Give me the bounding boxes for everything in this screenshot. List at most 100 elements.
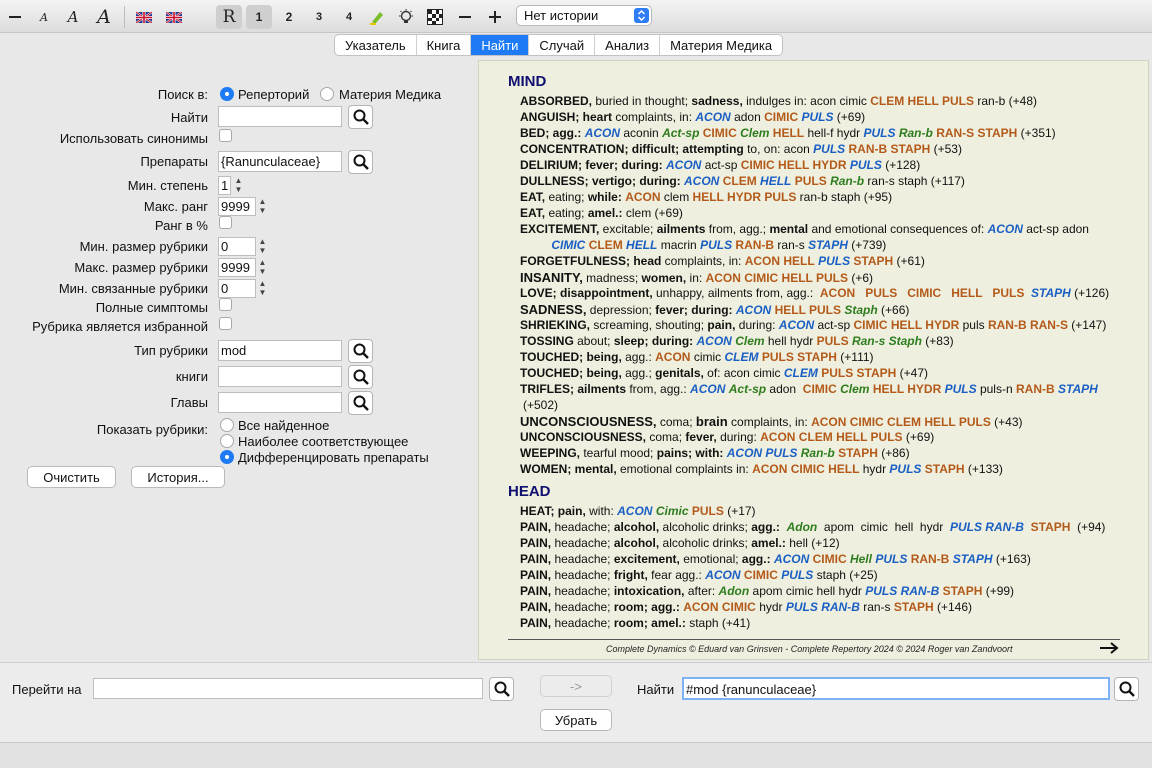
remedy-abbrev[interactable]: Act-sp: [662, 126, 699, 140]
tab-case[interactable]: Случай: [529, 35, 596, 55]
flag-uk-icon[interactable]: [163, 5, 185, 29]
remedy-abbrev[interactable]: PULS: [795, 174, 827, 188]
goto-search-button[interactable]: [489, 677, 514, 701]
remedy-abbrev[interactable]: Clem: [740, 126, 769, 140]
rubric-row[interactable]: TRIFLES; ailments from, agg.: ACON Act-s…: [520, 382, 1098, 396]
find-input[interactable]: [218, 106, 342, 127]
remedy-abbrev[interactable]: ACON CLEM HELL PULS: [760, 430, 902, 444]
remedy-abbrev[interactable]: HELL: [773, 126, 804, 140]
rubric-row[interactable]: DELIRIUM; fever; during: ACON act-sp CIM…: [520, 158, 920, 172]
remedy-abbrev[interactable]: CLEM HELL PULS: [870, 94, 974, 108]
remedy-abbrev[interactable]: PULS: [813, 142, 845, 156]
radio-show-all[interactable]: [220, 418, 234, 432]
tab-materia-medica[interactable]: Материя Медика: [660, 35, 782, 55]
min-related-stepper[interactable]: ▲ ▼: [257, 279, 268, 298]
remedy-abbrev[interactable]: ACON CIMIC CLEM HELL PULS: [811, 415, 991, 429]
min-related-input[interactable]: 0: [218, 279, 256, 298]
rubric-row[interactable]: ABSORBED, buried in thought; sadness, in…: [520, 94, 1037, 108]
remedy-abbrev[interactable]: RAN-B RAN-S: [988, 318, 1068, 332]
remedy-abbrev[interactable]: Ran-s Staph: [852, 334, 922, 348]
remedy-abbrev[interactable]: RAN-S STAPH: [936, 126, 1017, 140]
remedy-abbrev[interactable]: ACON: [705, 568, 740, 582]
remedy-abbrev[interactable]: ACON: [585, 126, 620, 140]
remedy-abbrev[interactable]: PULS RAN-B: [786, 600, 860, 614]
minus-font-icon[interactable]: [6, 5, 24, 29]
remedy-abbrev[interactable]: HELL: [760, 174, 791, 188]
remedy-abbrev[interactable]: ACON: [697, 334, 732, 348]
remedy-abbrev[interactable]: ACON: [655, 350, 690, 364]
tab-find[interactable]: Найти: [471, 35, 530, 55]
r-toggle-button[interactable]: R: [216, 5, 242, 29]
rubric-type-input[interactable]: mod: [218, 340, 342, 361]
remedy-abbrev[interactable]: STAPH: [953, 552, 993, 566]
font-medium-button[interactable]: A: [62, 5, 84, 29]
remedy-abbrev[interactable]: STAPH: [1058, 382, 1098, 396]
remedies-input[interactable]: {Ranunculaceae}: [218, 151, 342, 172]
remedy-abbrev[interactable]: PULS STAPH: [821, 366, 896, 380]
remedy-abbrev[interactable]: ACON CIMIC HELL: [752, 462, 859, 476]
tab-analysis[interactable]: Анализ: [595, 35, 661, 55]
rank-percent-checkbox[interactable]: [219, 216, 232, 229]
rubric-row[interactable]: PAIN, headache; alcohol, alcoholic drink…: [520, 536, 840, 550]
remedy-abbrev[interactable]: ACON: [666, 158, 701, 172]
remedy-abbrev[interactable]: RAN-B: [1016, 382, 1055, 396]
min-degree-stepper[interactable]: ▲ ▼: [233, 176, 244, 195]
remedy-abbrev[interactable]: PULS RAN-B: [950, 520, 1024, 534]
books-search-button[interactable]: [348, 365, 373, 389]
remedy-abbrev[interactable]: Cimic: [656, 504, 689, 518]
remedy-abbrev[interactable]: PULS: [817, 334, 849, 348]
remedy-abbrev[interactable]: Ran-b: [899, 126, 933, 140]
max-rank-stepper[interactable]: ▲ ▼: [257, 197, 268, 216]
remedy-abbrev[interactable]: RAN-B: [735, 238, 774, 252]
radio-show-best[interactable]: [220, 434, 234, 448]
remedy-abbrev[interactable]: ACON: [988, 222, 1023, 236]
remedy-abbrev[interactable]: HELL PULS: [775, 303, 841, 317]
remedy-abbrev[interactable]: ACON: [779, 318, 814, 332]
lightbulb-icon[interactable]: [395, 5, 417, 29]
max-rubric-size-stepper[interactable]: ▲ ▼: [257, 258, 268, 277]
font-small-button[interactable]: A: [34, 5, 54, 29]
remedy-abbrev[interactable]: STAPH: [1031, 520, 1071, 534]
rubric-row[interactable]: SHRIEKING, screaming, shouting; pain, du…: [520, 318, 1106, 332]
remedy-abbrev[interactable]: STAPH: [894, 600, 934, 614]
rubric-type-search-button[interactable]: [348, 339, 373, 363]
radio-show-differentiate[interactable]: [220, 450, 234, 464]
rubric-row[interactable]: CIMIC CLEM HELL macrin PULS RAN-B ran-s …: [538, 238, 886, 252]
rubric-row[interactable]: CONCENTRATION; difficult; attempting to,…: [520, 142, 962, 156]
rubric-row[interactable]: WEEPING, tearful mood; pains; with: ACON…: [520, 446, 910, 460]
remedy-abbrev[interactable]: Ran-b: [801, 446, 835, 460]
radio-materia-medica[interactable]: [320, 87, 334, 101]
min-degree-input[interactable]: 1: [218, 176, 231, 195]
remedy-abbrev[interactable]: STAPH: [1031, 286, 1071, 300]
rubric-row[interactable]: PAIN, headache; fright, fear agg.: ACON …: [520, 568, 878, 582]
remedies-search-button[interactable]: [348, 150, 373, 174]
remedy-abbrev[interactable]: ACON PULS CIMIC HELL PULS: [820, 286, 1024, 300]
remedy-abbrev[interactable]: CIMIC: [803, 382, 837, 396]
highlighter-icon[interactable]: [366, 5, 388, 29]
clear-button[interactable]: Очистить: [27, 466, 116, 488]
full-symptoms-checkbox[interactable]: [219, 298, 232, 311]
remedy-abbrev[interactable]: Clem: [735, 334, 764, 348]
remedy-abbrev[interactable]: CIMIC HELL HYDR: [741, 158, 847, 172]
remedy-abbrev[interactable]: ACON: [736, 303, 771, 317]
remedy-abbrev[interactable]: Staph: [844, 303, 877, 317]
rubric-row[interactable]: PAIN, headache; room; amel.: staph (+41): [520, 616, 750, 630]
flag-uk-icon[interactable]: [133, 5, 155, 29]
remedy-abbrev[interactable]: PULS: [945, 382, 977, 396]
remedy-abbrev[interactable]: ACON: [625, 190, 660, 204]
remedy-abbrev[interactable]: ACON: [690, 382, 725, 396]
favorite-checkbox[interactable]: [219, 317, 232, 330]
bottom-find-search-button[interactable]: [1114, 677, 1139, 701]
rubric-row[interactable]: PAIN, headache; excitement, emotional; a…: [520, 552, 1031, 566]
remedy-abbrev[interactable]: CIMIC: [551, 238, 585, 252]
rubric-row[interactable]: DULLNESS; vertigo; during: ACON CLEM HEL…: [520, 174, 965, 188]
history-select[interactable]: Нет истории: [516, 5, 652, 26]
chapters-input[interactable]: [218, 392, 342, 413]
rubric-row[interactable]: BED; agg.: ACON aconin Act-sp CIMIC Clem…: [520, 126, 1056, 140]
chapters-search-button[interactable]: [348, 391, 373, 415]
rubric-row[interactable]: EXCITEMENT, excitable; ailments from, ag…: [520, 222, 1089, 236]
remedy-abbrev[interactable]: PULS: [818, 254, 850, 268]
remedy-abbrev[interactable]: PULS: [692, 504, 724, 518]
rubric-row[interactable]: INSANITY, madness; women, in: ACON CIMIC…: [520, 270, 873, 285]
min-rubric-size-input[interactable]: 0: [218, 237, 256, 256]
